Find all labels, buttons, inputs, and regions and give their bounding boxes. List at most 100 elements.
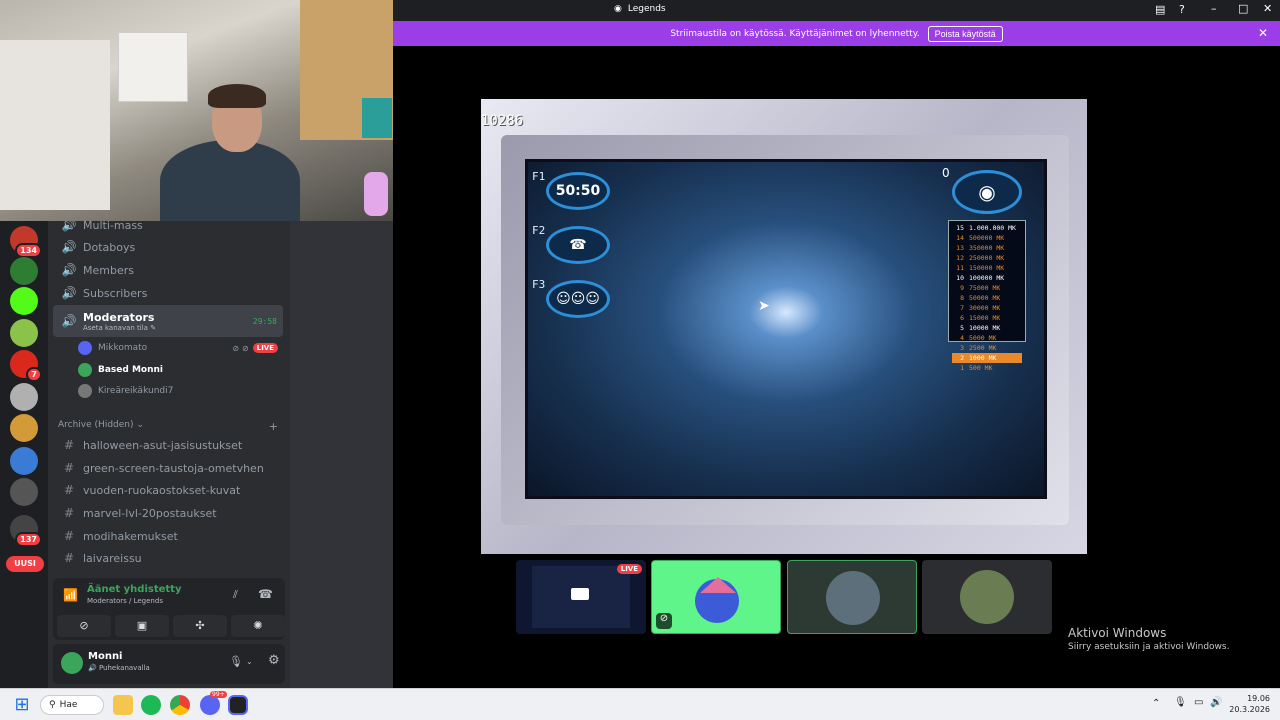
spotify-icon[interactable]: [141, 695, 161, 715]
unread-badge: 7: [26, 367, 42, 382]
chrome-icon[interactable]: [170, 695, 190, 715]
server-icon-mcdonalds[interactable]: 7: [10, 350, 42, 382]
lamp: [364, 172, 388, 216]
screen-share-icon: [571, 588, 589, 600]
money-row: 11 150000 MK: [952, 263, 1022, 273]
lifeline-fifty-fifty[interactable]: 50:50: [546, 172, 610, 210]
money-level: 1: [960, 364, 964, 372]
camera-off-button[interactable]: ⊘: [57, 615, 111, 637]
lifeline-audience[interactable]: ☺☺☺: [546, 280, 610, 318]
server-icon-server-2[interactable]: [10, 257, 38, 285]
file-explorer-icon[interactable]: [113, 695, 133, 715]
server-icon-server-4[interactable]: [10, 319, 38, 347]
server-icon-server-7[interactable]: [10, 414, 38, 442]
disconnect-icon[interactable]: ☎: [258, 587, 273, 601]
money-row: 13 350000 MK: [952, 243, 1022, 253]
notification-badge: 99+: [210, 691, 227, 698]
money-level: 12: [956, 254, 964, 262]
maximize-button[interactable]: □: [1238, 2, 1248, 15]
new-badge[interactable]: UUSI: [6, 556, 44, 572]
eye-button[interactable]: ◉: [952, 170, 1022, 214]
voice-channel-subscribers[interactable]: 🔊 Subscribers: [53, 282, 283, 304]
minimize-button[interactable]: –: [1211, 2, 1217, 15]
person-body: [160, 140, 300, 221]
channel-label: Dotaboys: [83, 240, 136, 254]
close-button[interactable]: ✕: [1263, 2, 1272, 15]
stream-tile-mikkomato[interactable]: LIVE: [516, 560, 646, 634]
lifeline-phone[interactable]: ☎: [546, 226, 610, 264]
speaker-icon: 🔊: [61, 286, 77, 300]
text-channel[interactable]: # modihakemukset: [53, 525, 283, 547]
server-icon-server-8[interactable]: [10, 447, 38, 475]
signal-icon[interactable]: 📶: [63, 588, 78, 602]
activities-button[interactable]: ✣: [173, 615, 227, 637]
add-channel-icon[interactable]: +: [269, 420, 278, 433]
windows-start-icon[interactable]: ⊞: [12, 695, 32, 715]
chevron-up-icon[interactable]: ⌃: [1152, 698, 1160, 709]
taskbar-clock[interactable]: 19.06 20.3.2026: [1226, 693, 1270, 715]
close-banner-icon[interactable]: ✕: [1258, 26, 1268, 40]
text-channel[interactable]: # vuoden-ruokaostokset-kuvat: [53, 479, 283, 501]
money-level: 14: [956, 234, 964, 242]
settings-gear-icon[interactable]: ⚙: [268, 653, 280, 668]
voice-user-name: Mikkomato: [98, 343, 148, 353]
voice-channel-dotaboys[interactable]: 🔊 Dotaboys: [53, 236, 283, 258]
help-icon[interactable]: ?: [1179, 3, 1185, 16]
hash-icon: #: [63, 506, 75, 520]
soundboard-button[interactable]: ✺: [231, 615, 285, 637]
volume-icon[interactable]: 🔊: [1210, 697, 1222, 708]
voice-user-based-monni[interactable]: Based Monni: [78, 360, 278, 380]
speaker-icon: 🔊: [61, 263, 77, 277]
inbox-icon[interactable]: ▤: [1155, 3, 1165, 16]
channel-label: modihakemukset: [83, 529, 178, 543]
money-amount: 30000 MK: [969, 304, 1001, 312]
category-archive[interactable]: Archive (Hidden) ⌄ +: [58, 420, 278, 433]
voice-location[interactable]: Moderators / Legends: [87, 597, 163, 605]
server-icon-kick[interactable]: [10, 287, 38, 315]
noise-suppression-icon[interactable]: ⫽: [233, 588, 238, 602]
money-row: 6 15000 MK: [952, 313, 1022, 323]
money-row: 15 1.000.000 MK: [952, 223, 1022, 233]
server-icon-server-9[interactable]: [10, 478, 38, 506]
money-amount: 150000 MK: [969, 264, 1005, 272]
set-channel-status[interactable]: Aseta kanavan tila ✎: [83, 324, 253, 332]
microphone-icon[interactable]: 🎙: [1174, 697, 1187, 708]
chevron-down-icon[interactable]: ⌄: [246, 657, 253, 666]
taskbar-search[interactable]: ⚲ Hae: [40, 695, 104, 715]
voice-channel-members[interactable]: 🔊 Members: [53, 259, 283, 281]
avatar: [78, 384, 92, 398]
money-amount: 1.000.000 MK: [969, 224, 1016, 232]
text-channel[interactable]: # green-screen-taustoja-ometvhen: [53, 457, 283, 479]
money-row: 7 30000 MK: [952, 303, 1022, 313]
server-icon-server-1[interactable]: 134: [10, 226, 42, 258]
discord-icon[interactable]: [200, 695, 220, 715]
server-icon-server-10[interactable]: 137: [10, 515, 42, 547]
text-channel[interactable]: # marvel-lvl-20postaukset: [53, 502, 283, 524]
voice-channel-moderators[interactable]: 🔊 Moderators Aseta kanavan tila ✎ 29:58: [53, 305, 283, 337]
live-badge: LIVE: [252, 343, 278, 353]
participant-tile-user[interactable]: [922, 560, 1052, 634]
server-icon-server-6[interactable]: [10, 383, 38, 411]
avatar[interactable]: [61, 652, 83, 674]
server-avatar: [10, 257, 38, 285]
game-window[interactable]: 10286 F1 50:50 F2 ☎ F3 ☺☺☺ 0 ◉ 15 1.000.0…: [481, 99, 1087, 554]
avatar: [78, 363, 92, 377]
voice-user-kireareikakundi7[interactable]: Kireäreikäkundi7: [78, 381, 278, 401]
voice-user-name: Kireäreikäkundi7: [98, 386, 174, 396]
money-amount: 15000 MK: [969, 314, 1001, 322]
participant-tile-based-monni[interactable]: ⊘: [651, 560, 781, 634]
disable-streamer-mode-button[interactable]: Poista käytöstä: [927, 25, 1003, 42]
network-icon[interactable]: ▭: [1194, 697, 1203, 708]
window-title: Legends: [627, 4, 666, 14]
text-channel[interactable]: # halloween-asut-jasisustukset: [53, 434, 283, 456]
screen-share-button[interactable]: ▣: [115, 615, 169, 637]
voice-user-mikkomato[interactable]: Mikkomato ⊘ ⊘ LIVE: [78, 338, 278, 358]
text-channel[interactable]: # laivareissu: [53, 547, 283, 569]
hash-icon: #: [63, 438, 75, 452]
microphone-icon[interactable]: 🎙: [229, 655, 243, 668]
banner-text: Striimaustila on käytössä. Käyttäjänimet…: [670, 28, 920, 39]
active-app-icon[interactable]: [228, 695, 248, 715]
server-avatar: [10, 447, 38, 475]
voice-connected-label: Äänet yhdistetty: [87, 584, 182, 595]
participant-tile-user[interactable]: [787, 560, 917, 634]
